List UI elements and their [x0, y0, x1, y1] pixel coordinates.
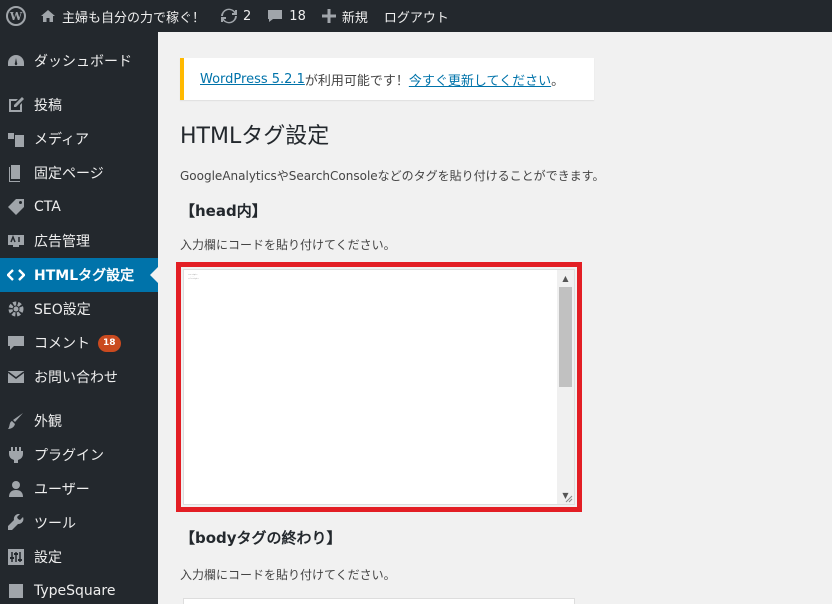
mail-icon [6, 367, 26, 387]
body-code-field[interactable] [183, 598, 575, 604]
head-section-help: 入力欄にコードを貼り付けてください。 [180, 238, 396, 252]
new-label: 新規 [341, 10, 368, 26]
sidebar-item-typesquare[interactable]: TypeSquare [0, 574, 158, 604]
head-code-textarea[interactable]: <script> ... </script> [184, 270, 556, 504]
update-now-link[interactable]: 今すぐ更新してください [409, 70, 551, 89]
notice-text: が利用可能です！ [304, 73, 409, 89]
sidebar-item-cta[interactable]: CTA [0, 190, 158, 224]
media-icon [6, 129, 26, 149]
ad-icon [6, 231, 26, 251]
sidebar-item-posts[interactable]: 投稿 [0, 88, 158, 122]
scroll-thumb[interactable] [559, 287, 572, 387]
sidebar-item-media[interactable]: メディア [0, 122, 158, 156]
page-icon [6, 163, 26, 183]
resize-grip-icon[interactable] [563, 493, 573, 503]
wordpress-version-link[interactable]: WordPress 5.2.1 [200, 72, 305, 87]
sidebar-item-users[interactable]: ユーザー [0, 472, 158, 506]
head-code-field[interactable]: <script> ... </script> ▲ ▼ [183, 269, 575, 505]
typesquare-icon [6, 581, 26, 601]
brush-icon [6, 411, 26, 431]
logout-link[interactable]: ログアウト [376, 0, 457, 32]
sidebar-item-html-tags[interactable]: HTMLタグ設定 [0, 258, 158, 292]
sidebar-item-dashboard[interactable]: ダッシュボード [0, 44, 158, 78]
comment-icon [6, 333, 26, 353]
comment-count-badge: 18 [98, 334, 121, 352]
code-icon [6, 265, 26, 285]
logout-label: ログアウト [383, 10, 449, 26]
sidebar-item-tools[interactable]: ツール [0, 506, 158, 540]
site-name: 主婦も自分の力で稼ぐ！ [62, 10, 206, 26]
refresh-icon [221, 8, 238, 24]
page-title: HTMLタグ設定 [180, 124, 330, 149]
new-content-link[interactable]: 新規 [314, 0, 376, 32]
site-name-link[interactable]: 主婦も自分の力で稼ぐ！ [32, 0, 213, 32]
update-notice: WordPress 5.2.1 が利用可能です！ 今すぐ更新してください 。 [180, 58, 594, 100]
admin-sidebar: ダッシュボード 投稿 メディア 固定ページ CTA 広告管理 HTMLタグ設定 … [0, 32, 158, 604]
admin-bar: W 主婦も自分の力で稼ぐ！ 2 18 新規 ログアウト [0, 0, 832, 32]
pin-icon [6, 95, 26, 115]
notice-end: 。 [551, 73, 565, 89]
scroll-up-icon[interactable]: ▲ [557, 270, 574, 287]
page-description: GoogleAnalyticsやSearchConsoleなどのタグを貼り付ける… [180, 169, 605, 183]
updates-count: 2 [243, 8, 252, 24]
sidebar-item-settings[interactable]: 設定 [0, 540, 158, 574]
wordpress-logo-button[interactable]: W [0, 0, 32, 32]
sidebar-item-ads[interactable]: 広告管理 [0, 224, 158, 258]
body-section-help: 入力欄にコードを貼り付けてください。 [180, 568, 396, 582]
sidebar-item-pages[interactable]: 固定ページ [0, 156, 158, 190]
plus-icon [321, 9, 336, 23]
comments-link[interactable]: 18 [259, 0, 314, 32]
comments-count: 18 [289, 8, 306, 24]
main-content: WordPress 5.2.1 が利用可能です！ 今すぐ更新してください 。 H… [158, 32, 832, 604]
sidebar-item-seo[interactable]: SEO設定 [0, 292, 158, 326]
home-icon [40, 8, 56, 24]
wrench-icon [6, 513, 26, 533]
textarea-scrollbar[interactable]: ▲ ▼ [557, 270, 574, 504]
wordpress-logo-icon: W [6, 6, 26, 26]
plugin-icon [6, 445, 26, 465]
gear-icon [6, 299, 26, 319]
updates-link[interactable]: 2 [213, 0, 259, 32]
settings-icon [6, 547, 26, 567]
body-section-heading: 【bodyタグの終わり】 [180, 529, 342, 547]
head-section-heading: 【head内】 [180, 202, 267, 220]
sidebar-item-plugins[interactable]: プラグイン [0, 438, 158, 472]
dashboard-icon [6, 51, 26, 71]
user-icon [6, 479, 26, 499]
sidebar-item-appearance[interactable]: 外観 [0, 404, 158, 438]
sidebar-item-comments[interactable]: コメント 18 [0, 326, 158, 360]
comment-bubble-icon [267, 8, 283, 24]
tag-icon [6, 197, 26, 217]
sidebar-item-contact[interactable]: お問い合わせ [0, 360, 158, 394]
